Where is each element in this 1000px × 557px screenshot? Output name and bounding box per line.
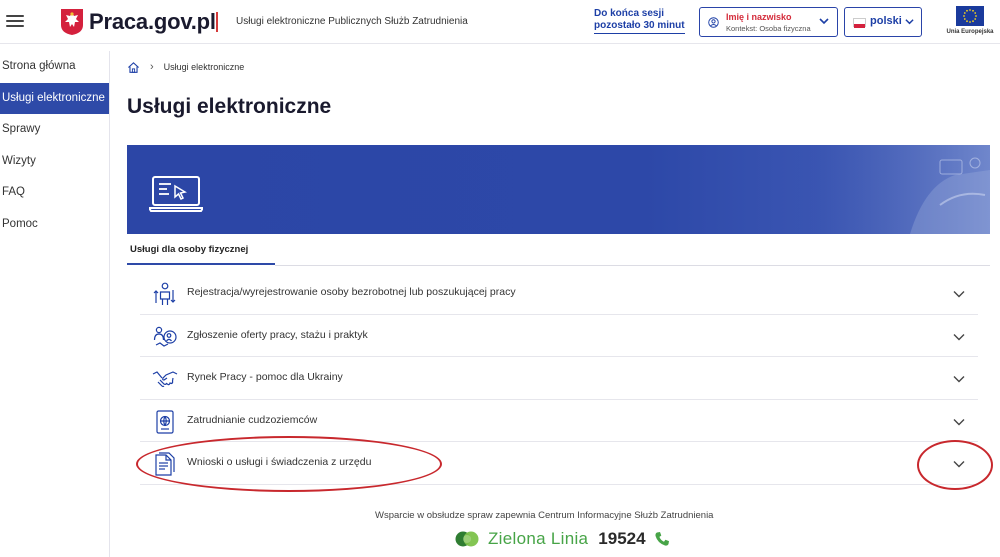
hero-banner	[127, 145, 990, 234]
eu-flag-icon	[956, 6, 984, 26]
chevron-down-icon[interactable]	[953, 333, 965, 341]
chevron-down-icon	[819, 18, 829, 25]
page-title: Usługi elektroniczne	[127, 95, 332, 118]
chevron-down-icon[interactable]	[953, 375, 965, 383]
documents-icon	[155, 452, 175, 476]
sidebar-item-eservices[interactable]: Usługi elektroniczne	[0, 82, 109, 114]
breadcrumb-separator-icon: ›	[150, 61, 154, 73]
person-register-icon	[153, 282, 176, 305]
accordion-item-applications[interactable]: Wnioski o usługi i świadczenia z urzędu	[140, 442, 978, 485]
banner-decoration	[790, 145, 990, 234]
support-text: Wsparcie w obsłudze spraw zapewnia Centr…	[375, 510, 714, 521]
chevron-down-icon	[905, 19, 914, 25]
language-select[interactable]: polski	[844, 7, 922, 37]
top-header: Praca.gov.pl Usługi elektroniczne Public…	[0, 0, 1000, 44]
accordion-label: Zgłoszenie oferty pracy, stażu i praktyk	[187, 328, 368, 341]
hotline-number: 19524	[598, 529, 646, 548]
menu-icon[interactable]	[6, 12, 24, 30]
sidebar-nav: Strona główna Usługi elektroniczne Spraw…	[0, 51, 110, 557]
phone-icon	[655, 532, 669, 546]
accordion-label: Wnioski o usługi i świadczenia z urzędu	[187, 456, 372, 468]
hotline-name: Zielona Linia	[488, 529, 589, 548]
sidebar-item-faq[interactable]: FAQ	[0, 177, 109, 209]
session-line-1: Do końca sesji	[594, 8, 665, 19]
tab-underline	[275, 265, 990, 266]
user-menu-button[interactable]: Imię i nazwisko Kontekst: Osoba fizyczna	[699, 7, 838, 37]
chevron-down-icon[interactable]	[953, 418, 965, 426]
header-subtitle: Usługi elektroniczne Publicznych Służb Z…	[236, 16, 468, 27]
accordion-item-ukraine[interactable]: Rynek Pracy - pomoc dla Ukrainy	[140, 357, 978, 400]
tab-natural-person[interactable]: Usługi dla osoby fizycznej	[127, 236, 275, 265]
accordion-label: Rynek Pracy - pomoc dla Ukrainy	[187, 371, 343, 383]
sidebar-item-help[interactable]: Pomoc	[0, 209, 109, 241]
accordion-item-job-offer[interactable]: Zgłoszenie oferty pracy, stażu i praktyk	[140, 315, 978, 357]
eu-label: Unia Europejska	[946, 29, 994, 35]
green-line-logo-icon	[455, 531, 479, 547]
breadcrumb-current: Usługi elektroniczne	[163, 62, 245, 72]
header-divider	[216, 12, 218, 32]
sidebar-item-visits[interactable]: Wizyty	[0, 146, 109, 178]
accordion-label: Rejestracja/wyrejestrowanie osoby bezrob…	[187, 286, 516, 298]
chevron-down-icon[interactable]	[953, 460, 965, 468]
user-context: Kontekst: Osoba fizyczna	[726, 24, 811, 33]
services-accordion: Rejestracja/wyrejestrowanie osoby bezrob…	[140, 272, 978, 485]
hotline[interactable]: Zielona Linia 19524	[455, 528, 670, 550]
user-name: Imię i nazwisko	[726, 12, 792, 22]
accordion-label: Zatrudnianie cudzoziemców	[187, 413, 318, 426]
handshake-icon	[152, 371, 178, 388]
laptop-cursor-icon	[149, 176, 203, 212]
sidebar-item-home[interactable]: Strona główna	[0, 51, 109, 83]
eagle-emblem-icon	[61, 9, 83, 35]
user-icon	[708, 17, 719, 28]
session-timer[interactable]: Do końca sesji pozostało 30 minut	[594, 8, 685, 34]
accordion-item-registration[interactable]: Rejestracja/wyrejestrowanie osoby bezrob…	[140, 272, 978, 315]
home-icon[interactable]	[127, 61, 140, 74]
eu-logo: Unia Europejska	[942, 6, 998, 38]
session-line-2: pozostało 30 minut	[594, 20, 685, 31]
job-offer-icon	[153, 326, 177, 347]
poland-flag-icon	[853, 18, 866, 28]
language-label: polski	[870, 15, 902, 27]
site-logo[interactable]: Praca.gov.pl	[60, 7, 216, 37]
sidebar-item-cases[interactable]: Sprawy	[0, 114, 109, 146]
breadcrumb: › Usługi elektroniczne	[127, 59, 244, 75]
logo-text: Praca.gov.pl	[89, 9, 216, 34]
passport-icon	[156, 409, 174, 434]
accordion-item-foreigners[interactable]: Zatrudnianie cudzoziemców	[140, 400, 978, 442]
chevron-down-icon[interactable]	[953, 290, 965, 298]
